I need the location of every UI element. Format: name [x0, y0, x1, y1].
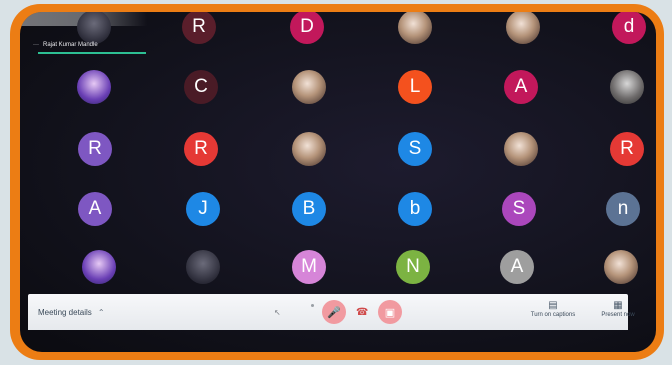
participant-tile[interactable]: M [292, 250, 326, 284]
captions-label: Turn on captions [530, 312, 576, 318]
participant-initial: b [409, 198, 421, 219]
participant-tile[interactable]: A [78, 192, 112, 226]
chevron-up-icon: ⌃ [97, 308, 105, 317]
participant-name-plate: ··· Rajat Kumar Mandle [33, 42, 98, 48]
meeting-details-label: Meeting details [38, 308, 92, 317]
participant-name: Rajat Kumar Mandle [43, 42, 98, 48]
meeting-toolbar: Meeting details ⌃ ↖ 🎤 ☎ ▣ ▤ Turn on capt… [28, 294, 635, 330]
participant-initial: d [623, 16, 635, 37]
indicator-dot [311, 304, 314, 307]
present-label: Present now [601, 312, 635, 318]
participant-tile[interactable]: n [606, 192, 640, 226]
participant-initial: D [300, 16, 314, 37]
participant-initial: J [198, 198, 208, 219]
participant-tile[interactable]: R [610, 132, 644, 166]
participant-initial: R [194, 138, 208, 159]
hangup-button[interactable]: ☎ [356, 307, 368, 318]
participant-initial: R [620, 138, 634, 159]
participant-tile[interactable]: S [398, 132, 432, 166]
participant-tile[interactable]: D [290, 12, 324, 44]
more-icon[interactable]: ··· [33, 42, 39, 48]
camera-off-icon: ▣ [384, 306, 396, 319]
mouse-cursor-icon: ↖ [274, 308, 281, 317]
participant-photo-tile[interactable] [292, 132, 326, 166]
participant-tile[interactable]: N [396, 250, 430, 284]
participant-initial: S [512, 198, 526, 219]
participant-photo-tile[interactable] [398, 12, 432, 44]
participant-initial: S [408, 138, 422, 159]
captions-button[interactable]: ▤ Turn on captions [518, 300, 588, 318]
participant-initial: A [88, 198, 102, 219]
participant-initial: R [192, 16, 206, 37]
participant-tile[interactable]: J [186, 192, 220, 226]
active-speaker-bar [38, 52, 146, 54]
participant-photo-tile[interactable] [610, 70, 644, 104]
participant-initial: A [510, 256, 524, 277]
participant-tile[interactable]: A [500, 250, 534, 284]
top-strip [20, 12, 656, 26]
participant-photo-tile[interactable] [506, 12, 540, 44]
meeting-details-button[interactable]: Meeting details ⌃ [38, 308, 105, 317]
participant-photo-tile[interactable] [77, 12, 111, 44]
captions-icon: ▤ [548, 300, 558, 311]
participant-initial: C [194, 76, 208, 97]
participant-photo-tile[interactable] [504, 132, 538, 166]
mic-off-icon: 🎤 [327, 306, 341, 319]
participant-tile[interactable]: A [504, 70, 538, 104]
participant-photo-tile[interactable] [186, 250, 220, 284]
participant-tile[interactable]: R [182, 12, 216, 44]
mic-off-button[interactable]: 🎤 [322, 300, 346, 324]
participant-photo-tile[interactable] [292, 70, 326, 104]
participant-tile[interactable]: R [184, 132, 218, 166]
present-now-button[interactable]: ▦ Present now [583, 300, 653, 318]
participant-initial: L [409, 76, 421, 97]
participant-initial: M [301, 256, 317, 277]
participant-tile[interactable]: d [612, 12, 646, 44]
participant-initial: n [617, 198, 629, 219]
participant-tile[interactable]: R [78, 132, 112, 166]
participant-initial: B [302, 198, 316, 219]
participant-photo-tile[interactable] [77, 70, 111, 104]
participant-tile[interactable]: b [398, 192, 432, 226]
participant-initial: A [514, 76, 528, 97]
camera-off-button[interactable]: ▣ [378, 300, 402, 324]
participant-tile[interactable]: B [292, 192, 326, 226]
participant-tile[interactable]: C [184, 70, 218, 104]
participant-initial: R [88, 138, 102, 159]
participant-photo-tile[interactable] [82, 250, 116, 284]
participant-photo-tile[interactable] [604, 250, 638, 284]
participant-tile[interactable]: S [502, 192, 536, 226]
present-screen-icon: ▦ [613, 300, 623, 311]
participant-initial: N [406, 256, 420, 277]
participant-tile[interactable]: L [398, 70, 432, 104]
phone-hangup-icon: ☎ [356, 307, 369, 318]
